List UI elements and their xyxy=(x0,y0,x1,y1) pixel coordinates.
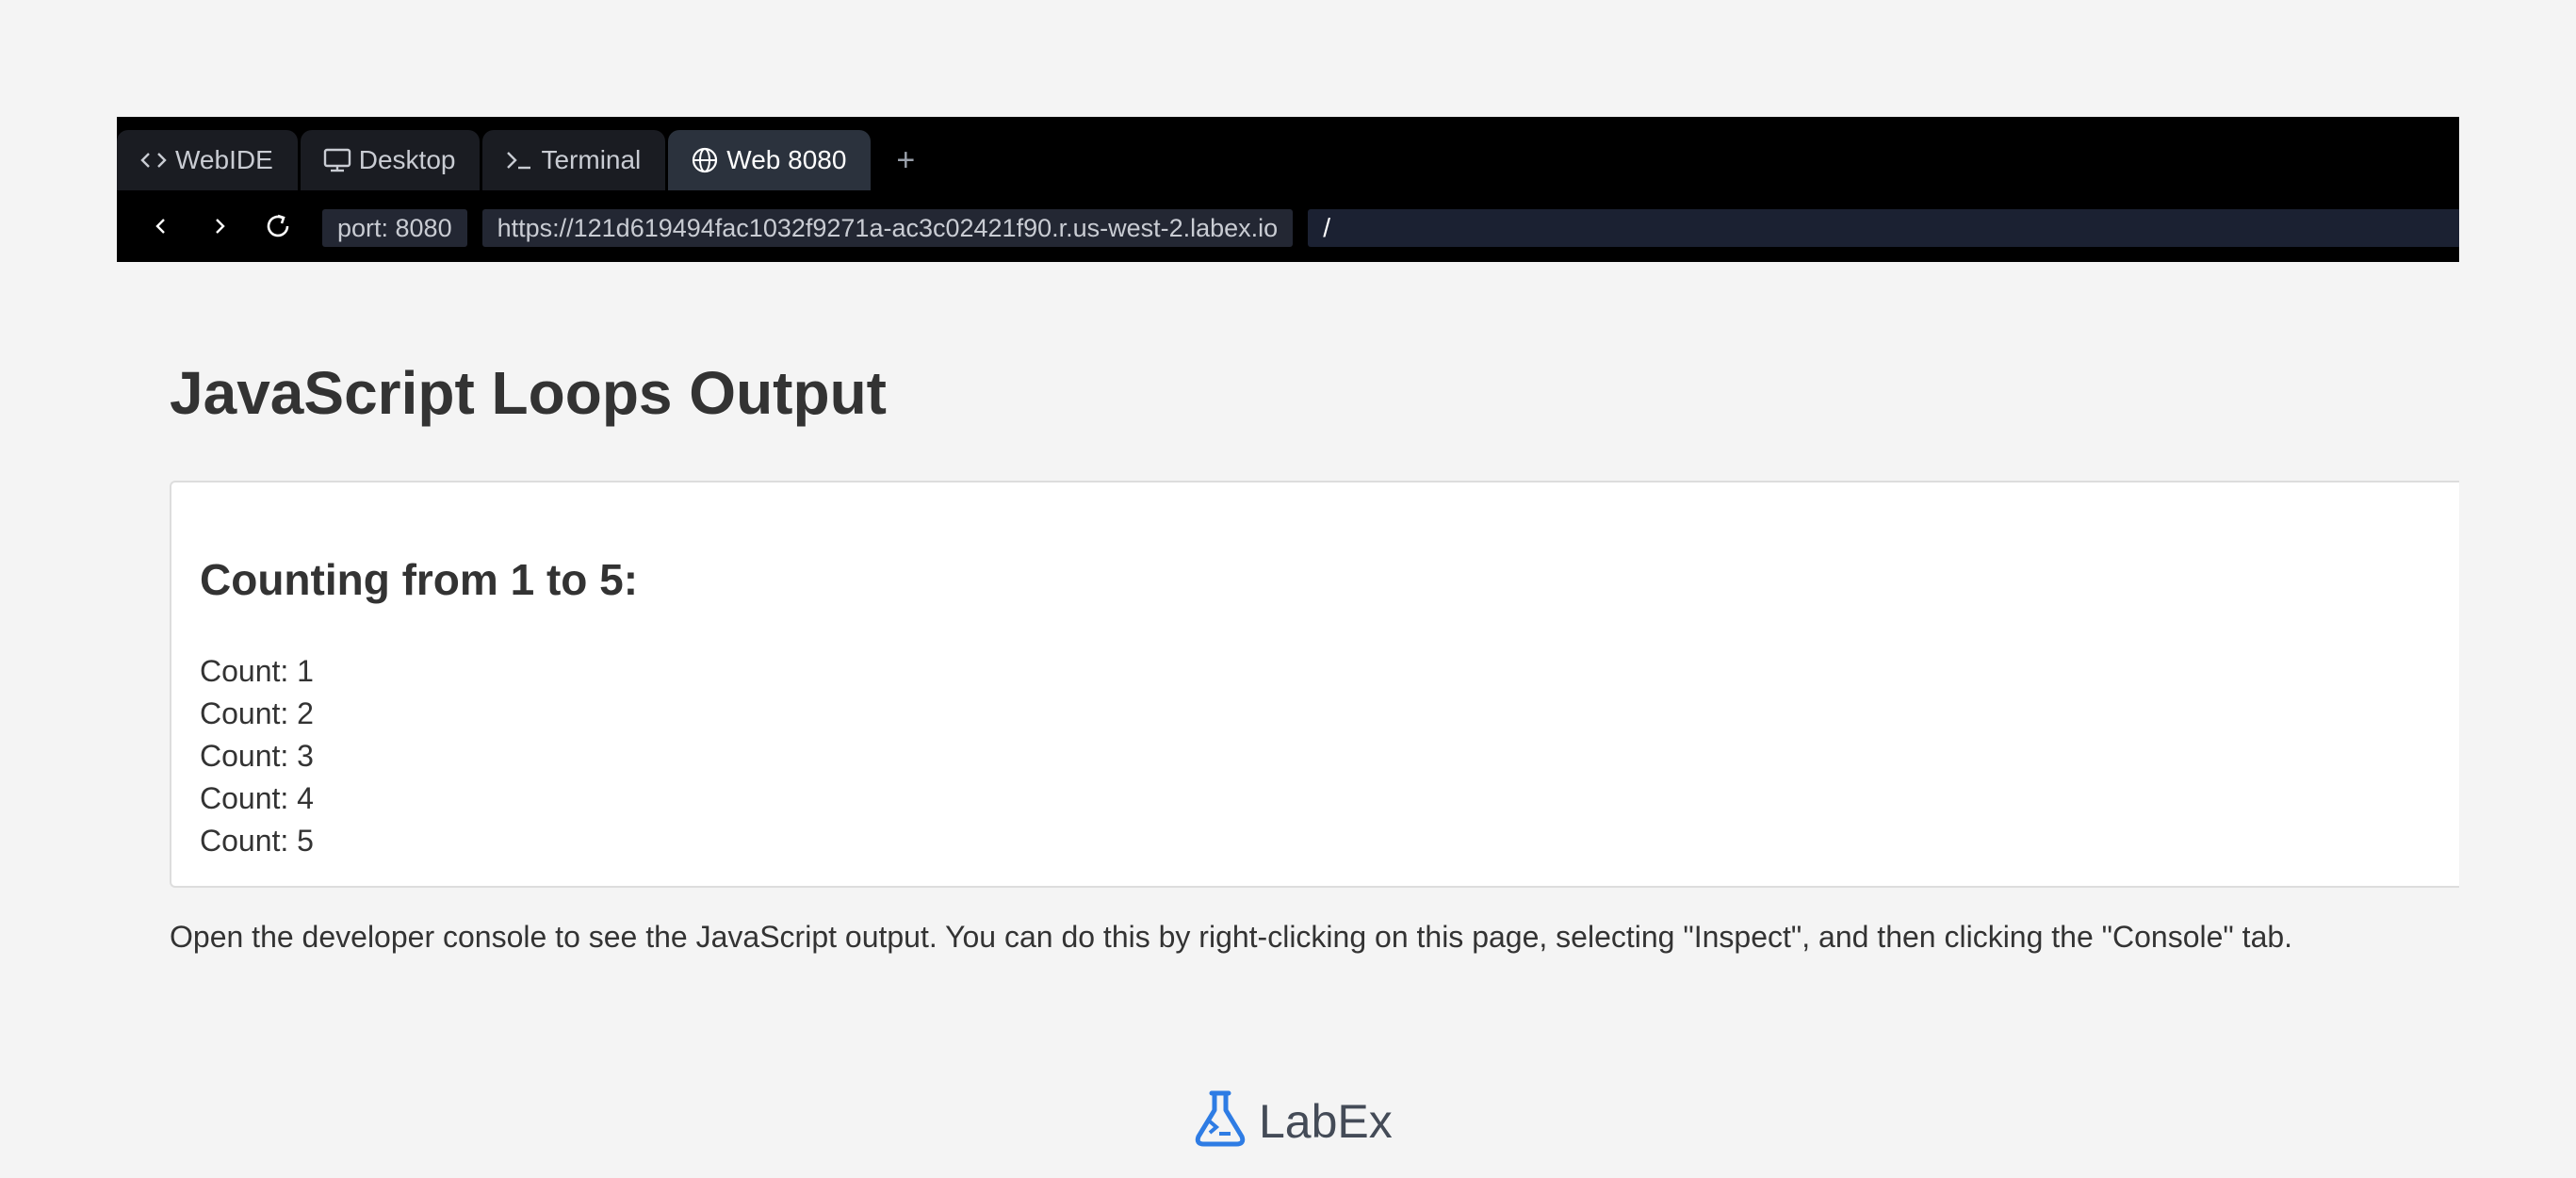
list-item: Count: 4 xyxy=(200,781,314,815)
list-item: Count: 1 xyxy=(200,654,314,688)
labex-logo: LabEx xyxy=(1189,1088,1393,1154)
tab-bar: WebIDE Desktop Terminal Web 8080 + xyxy=(117,130,937,190)
terminal-icon xyxy=(505,149,533,172)
tab-webide[interactable]: WebIDE xyxy=(117,130,298,190)
tab-label: WebIDE xyxy=(175,145,273,174)
browser-frame: WebIDE Desktop Terminal Web 8080 + port:… xyxy=(117,117,2459,262)
output-heading: Counting from 1 to 5: xyxy=(200,555,639,604)
tab-label: Desktop xyxy=(358,145,456,174)
chevron-right-icon xyxy=(210,215,229,242)
address-bar: port: 8080 https://121d619494fac1032f927… xyxy=(117,207,2459,249)
list-item: Count: 5 xyxy=(200,824,314,858)
brand-name: LabEx xyxy=(1259,1094,1393,1148)
monitor-icon xyxy=(323,147,351,173)
tab-web-8080[interactable]: Web 8080 xyxy=(668,130,872,190)
list-item: Count: 2 xyxy=(200,696,314,730)
tab-label: Terminal xyxy=(541,145,642,174)
path-input[interactable] xyxy=(1308,209,2459,247)
reload-button[interactable] xyxy=(249,207,307,249)
add-tab-button[interactable]: + xyxy=(873,130,937,190)
tab-terminal[interactable]: Terminal xyxy=(482,130,666,190)
page-title: JavaScript Loops Output xyxy=(170,359,887,427)
globe-icon xyxy=(691,146,719,174)
forward-button[interactable] xyxy=(190,207,249,249)
code-icon xyxy=(139,149,168,172)
port-label: port: 8080 xyxy=(322,209,467,247)
chevron-left-icon xyxy=(152,215,171,242)
count-list: Count: 1 Count: 2 Count: 3 Count: 4 Coun… xyxy=(200,650,314,862)
tab-label: Web 8080 xyxy=(726,145,847,174)
reload-icon xyxy=(263,211,293,246)
url-display: https://121d619494fac1032f9271a-ac3c0242… xyxy=(481,209,1294,247)
output-card: Counting from 1 to 5: Count: 1 Count: 2 … xyxy=(170,481,2459,888)
back-button[interactable] xyxy=(132,207,190,249)
flask-icon xyxy=(1189,1088,1251,1154)
list-item: Count: 3 xyxy=(200,739,314,773)
instructions-text: Open the developer console to see the Ja… xyxy=(170,920,2293,954)
tab-desktop[interactable]: Desktop xyxy=(300,130,481,190)
